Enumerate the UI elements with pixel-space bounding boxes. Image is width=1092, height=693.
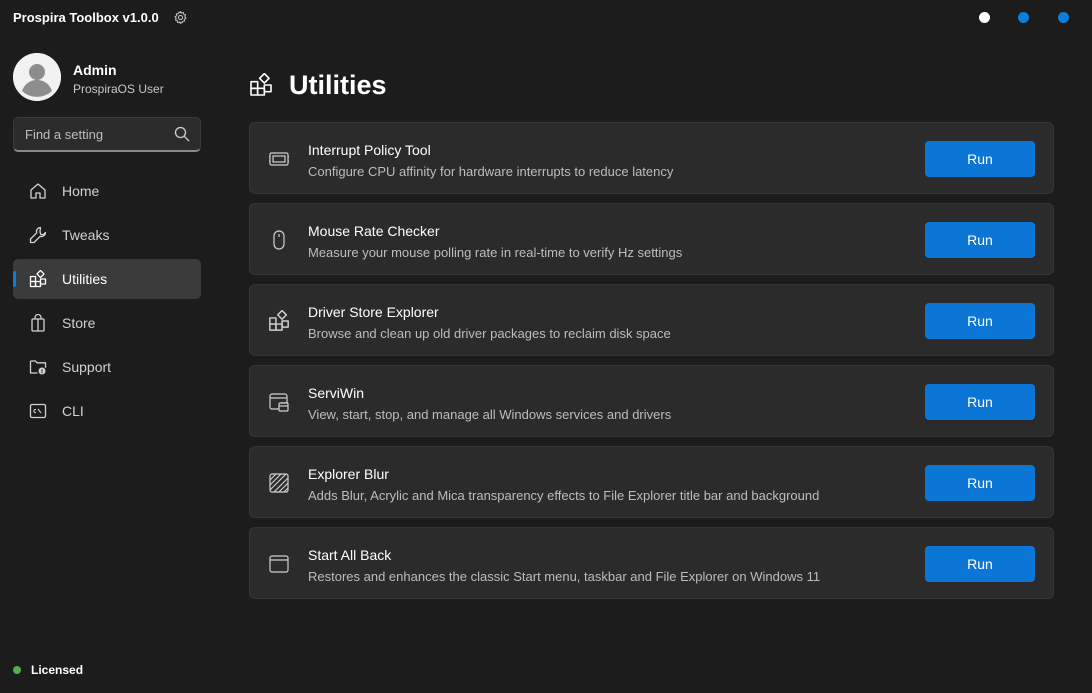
run-button[interactable]: Run bbox=[925, 384, 1035, 420]
utility-card-explorer-blur: Explorer Blur Adds Blur, Acrylic and Mic… bbox=[249, 446, 1054, 518]
run-button[interactable]: Run bbox=[925, 303, 1035, 339]
card-description: Browse and clean up old driver packages … bbox=[308, 326, 671, 341]
shopping-bag-icon bbox=[29, 314, 47, 332]
sidebar-item-label: Utilities bbox=[62, 271, 108, 287]
utility-card-mouse-rate: Mouse Rate Checker Measure your mouse po… bbox=[249, 203, 1054, 275]
user-subtitle: ProspiraOS User bbox=[73, 82, 164, 96]
apps-icon bbox=[29, 270, 47, 288]
blur-pattern-icon bbox=[268, 472, 290, 494]
run-button[interactable]: Run bbox=[925, 465, 1035, 501]
mouse-icon bbox=[268, 229, 290, 251]
sidebar-item-support[interactable]: Support bbox=[13, 347, 201, 387]
sidebar-item-cli[interactable]: CLI bbox=[13, 391, 201, 431]
card-title: Mouse Rate Checker bbox=[308, 223, 440, 239]
card-title: Start All Back bbox=[308, 547, 392, 563]
sidebar-item-home[interactable]: Home bbox=[13, 171, 201, 211]
title-bar: Prospira Toolbox v1.0.0 bbox=[0, 0, 1092, 36]
card-title: Explorer Blur bbox=[308, 466, 389, 482]
card-description: Measure your mouse polling rate in real-… bbox=[308, 245, 683, 260]
apps-icon bbox=[268, 310, 290, 332]
utility-card-interrupt-policy: Interrupt Policy Tool Configure CPU affi… bbox=[249, 122, 1054, 194]
search-icon[interactable] bbox=[174, 126, 190, 142]
card-title: Driver Store Explorer bbox=[308, 304, 439, 320]
card-description: View, start, stop, and manage all Window… bbox=[308, 407, 672, 422]
license-status-dot bbox=[13, 666, 21, 674]
run-button[interactable]: Run bbox=[925, 222, 1035, 258]
sidebar-item-label: Home bbox=[62, 183, 100, 199]
window-dot-white[interactable] bbox=[979, 12, 990, 23]
window-dot-blue[interactable] bbox=[1018, 12, 1029, 23]
sidebar-item-store[interactable]: Store bbox=[13, 303, 201, 343]
avatar[interactable] bbox=[13, 53, 61, 101]
search-box[interactable] bbox=[13, 117, 201, 152]
run-button[interactable]: Run bbox=[925, 141, 1035, 177]
card-description: Restores and enhances the classic Start … bbox=[308, 569, 821, 584]
terminal-icon bbox=[29, 402, 47, 420]
user-name: Admin bbox=[73, 62, 117, 78]
sidebar-item-label: CLI bbox=[62, 403, 84, 419]
card-title: ServiWin bbox=[308, 385, 365, 401]
window-services-icon bbox=[268, 391, 290, 413]
card-description: Adds Blur, Acrylic and Mica transparency… bbox=[308, 488, 820, 503]
card-description: Configure CPU affinity for hardware inte… bbox=[308, 164, 674, 179]
search-input[interactable] bbox=[14, 118, 164, 150]
utility-card-driver-store: Driver Store Explorer Browse and clean u… bbox=[249, 284, 1054, 356]
sidebar-item-utilities[interactable]: Utilities bbox=[13, 259, 201, 299]
utility-card-serviwin: ServiWin View, start, stop, and manage a… bbox=[249, 365, 1054, 437]
gear-icon[interactable] bbox=[173, 10, 188, 25]
apps-icon bbox=[249, 73, 273, 97]
sidebar-item-tweaks[interactable]: Tweaks bbox=[13, 215, 201, 255]
app-title: Prospira Toolbox v1.0.0 bbox=[13, 10, 159, 25]
run-button[interactable]: Run bbox=[925, 546, 1035, 582]
folder-support-icon bbox=[29, 358, 47, 376]
cpu-chip-icon bbox=[268, 148, 290, 170]
window-dot-blue[interactable] bbox=[1058, 12, 1069, 23]
license-status: Licensed bbox=[31, 663, 84, 677]
home-icon bbox=[29, 182, 47, 200]
sidebar-item-label: Support bbox=[62, 359, 112, 375]
card-title: Interrupt Policy Tool bbox=[308, 142, 431, 158]
page-title: Utilities bbox=[289, 70, 387, 100]
wrench-icon bbox=[29, 226, 47, 244]
utility-card-start-all-back: Start All Back Restores and enhances the… bbox=[249, 527, 1054, 599]
sidebar-item-label: Store bbox=[62, 315, 96, 331]
window-icon bbox=[268, 553, 290, 575]
sidebar-item-label: Tweaks bbox=[62, 227, 110, 243]
